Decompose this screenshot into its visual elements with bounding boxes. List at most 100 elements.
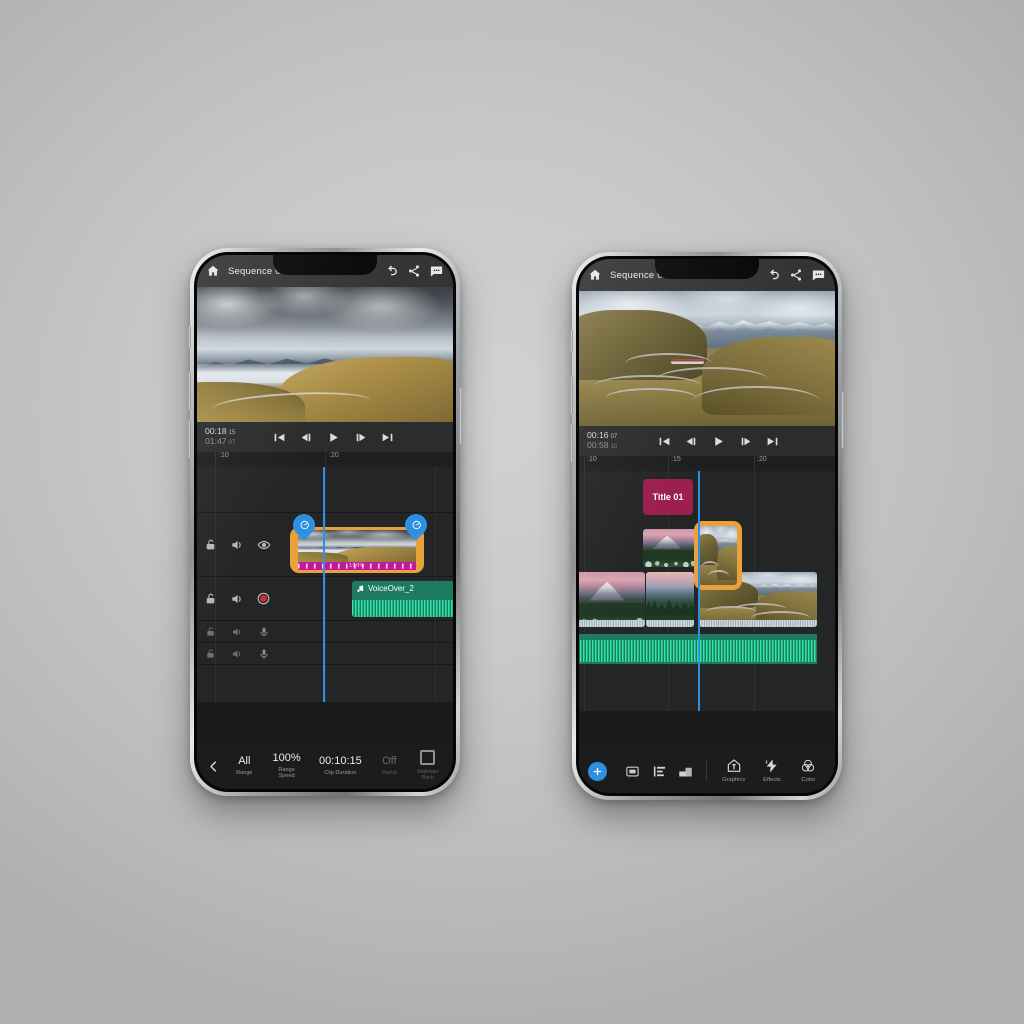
speaker-icon[interactable]: [224, 592, 251, 606]
audio-track-1[interactable]: [579, 634, 835, 668]
mic-icon[interactable]: [250, 648, 277, 660]
range-control[interactable]: All Range: [226, 755, 262, 777]
share-icon[interactable]: [407, 264, 421, 278]
undo-icon[interactable]: [766, 268, 781, 283]
lock-open-icon[interactable]: [197, 626, 224, 637]
lock-open-icon[interactable]: [197, 648, 224, 659]
step-back-icon[interactable]: [685, 435, 698, 448]
audio-clip-voiceover[interactable]: VoiceOver_2: [352, 581, 453, 617]
current-frames: 15: [228, 430, 236, 437]
clip-waveform-strip: [579, 620, 645, 627]
phone-right: Sequence 01 00:16 07 00:58 10:10:15:2…: [570, 252, 844, 800]
maintain-pitch-label: Maintain Pitch: [417, 769, 439, 781]
audio-clip-label: VoiceOver_2: [368, 584, 414, 593]
bottom-toolbar-right[interactable]: Graphics Effects Color: [579, 749, 835, 793]
skip-to-start-icon[interactable]: [273, 431, 286, 444]
home-icon[interactable]: [206, 264, 220, 278]
timecode-left: 00:18 15 01:47 07: [205, 426, 236, 447]
preview-image-storm-mountains: [197, 287, 453, 422]
timeline-left[interactable]: 100% VoiceOver_2: [197, 467, 453, 702]
speaker-icon[interactable]: [224, 648, 251, 660]
record-icon[interactable]: [250, 591, 277, 606]
chevron-left-icon[interactable]: [203, 759, 224, 774]
video-clip-selected[interactable]: 100%: [293, 530, 421, 570]
transport-bar-left: 00:18 15 01:47 07: [197, 422, 453, 452]
video-clip-thumbnail: [298, 530, 416, 562]
graphics-tab[interactable]: Graphics: [714, 758, 753, 783]
timeline-empty-area[interactable]: [579, 668, 835, 708]
audio-track-1[interactable]: VoiceOver_2: [197, 577, 453, 621]
video-clip-pink-peak[interactable]: [643, 529, 698, 567]
effects-icon: [764, 758, 780, 774]
audio-track-2[interactable]: [197, 621, 453, 643]
step-forward-icon[interactable]: [354, 431, 367, 444]
ramp-control[interactable]: Off Ramp: [372, 755, 407, 777]
effects-tab[interactable]: Effects: [753, 758, 790, 783]
timecode-right: 00:16 07 00:58 10: [587, 430, 618, 451]
total-time: 01:47: [205, 436, 227, 446]
video-clip-pink-peak-2[interactable]: [579, 572, 645, 627]
audio-track-3[interactable]: [197, 643, 453, 665]
video-track-1[interactable]: 100%: [197, 509, 453, 577]
step-back-icon[interactable]: [300, 431, 313, 444]
timeline-ruler-right[interactable]: :10 :15 :20: [579, 456, 835, 471]
ruler-tick: :20: [329, 452, 339, 459]
video-clip-dragged[interactable]: [697, 524, 739, 587]
preview-monitor-right[interactable]: [579, 291, 835, 426]
preview-monitor-left[interactable]: [197, 287, 453, 422]
speed-bar[interactable]: 100%: [298, 562, 416, 570]
lock-open-icon[interactable]: [197, 538, 224, 551]
clip-waveform-strip: [699, 620, 817, 627]
undo-icon[interactable]: [384, 264, 399, 279]
skip-to-start-icon[interactable]: [658, 435, 671, 448]
clip-waveform-strip: [646, 620, 694, 627]
preview-building: [671, 358, 705, 364]
maintain-pitch-checkbox[interactable]: [420, 750, 436, 766]
comment-icon[interactable]: [811, 268, 826, 283]
color-tab[interactable]: Color: [791, 758, 826, 783]
title-track[interactable]: Title 01: [579, 471, 835, 527]
transitions-icon[interactable]: [673, 764, 700, 779]
video-clip-thumbnail: [646, 572, 694, 627]
comment-icon[interactable]: [429, 264, 444, 279]
skip-to-end-icon[interactable]: [766, 435, 779, 448]
title-clip[interactable]: Title 01: [643, 479, 693, 515]
lock-open-icon[interactable]: [197, 592, 224, 605]
playhead[interactable]: [698, 471, 700, 711]
media-icon[interactable]: [619, 764, 646, 779]
clip-duration-control[interactable]: 00:10:15 Clip Duration: [311, 755, 370, 777]
ruler-tick: :10: [219, 452, 229, 459]
range-label: Range: [236, 770, 253, 777]
timeline-right[interactable]: Title 01: [579, 471, 835, 711]
effects-label: Effects: [763, 777, 781, 784]
timeline-ruler-left[interactable]: :10 :20: [197, 452, 453, 467]
eye-icon[interactable]: [250, 538, 277, 552]
range-speed-control[interactable]: 100% Range Speed: [265, 752, 309, 780]
playhead[interactable]: [323, 467, 325, 702]
speaker-icon[interactable]: [224, 626, 251, 638]
share-icon[interactable]: [789, 268, 803, 282]
clip-duration-value: 00:10:15: [318, 755, 362, 768]
play-icon[interactable]: [327, 431, 340, 444]
mic-icon[interactable]: [250, 626, 277, 638]
video-track-1[interactable]: [579, 524, 835, 634]
step-forward-icon[interactable]: [739, 435, 752, 448]
total-time: 00:58: [587, 440, 609, 450]
total-frames: 10: [610, 444, 618, 450]
range-value: All: [238, 755, 251, 768]
speed-gauge-icon: [411, 520, 422, 531]
audio-track-1-header: [197, 577, 277, 620]
color-label: Color: [801, 777, 816, 784]
add-button[interactable]: [588, 761, 607, 781]
video-clip-teal-forest[interactable]: [646, 572, 694, 627]
speaker-icon[interactable]: [224, 538, 251, 552]
color-icon: [800, 758, 816, 774]
screen-left: Sequence 01 00:18 15 01:47 07:10:20 10…: [197, 255, 453, 789]
home-icon[interactable]: [588, 268, 602, 282]
layers-icon[interactable]: [646, 764, 673, 779]
skip-to-end-icon[interactable]: [381, 431, 394, 444]
maintain-pitch-control[interactable]: Maintain Pitch: [409, 750, 447, 782]
ruler-tick: :10: [587, 456, 597, 463]
play-icon[interactable]: [712, 435, 725, 448]
bottom-toolbar-left[interactable]: All Range 100% Range Speed 00:10:15 Clip…: [197, 743, 453, 789]
